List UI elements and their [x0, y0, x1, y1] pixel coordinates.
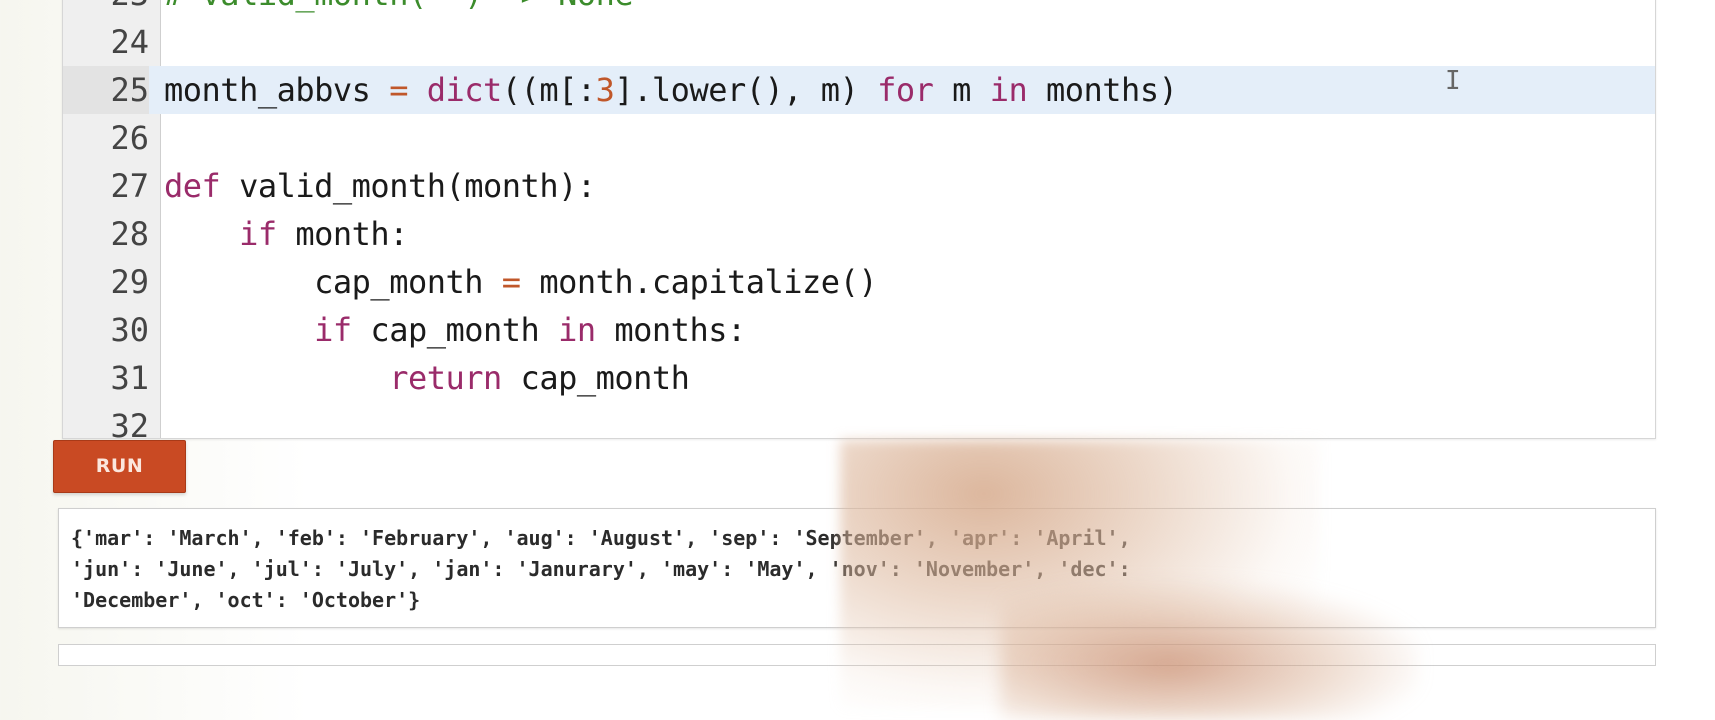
secondary-output-panel	[58, 644, 1656, 666]
line-number: 24	[110, 23, 149, 61]
code-line[interactable]: 30 if cap_month in months:	[63, 306, 1655, 354]
code-text[interactable]: # valid_month("") => None	[164, 0, 634, 18]
line-number: 30	[110, 311, 149, 349]
code-editor[interactable]: 23 # valid_month("") => None 24 25 month…	[62, 0, 1656, 439]
line-number: 29	[110, 263, 149, 301]
output-panel: {'mar': 'March', 'feb': 'February', 'aug…	[58, 508, 1656, 628]
line-number: 26	[110, 119, 149, 157]
line-number: 25	[63, 66, 149, 114]
code-text[interactable]: cap_month = month.capitalize()	[164, 258, 877, 306]
run-button[interactable]: RUN	[53, 440, 186, 493]
code-line[interactable]: 27 def valid_month(month):	[63, 162, 1655, 210]
code-line[interactable]: 32	[63, 402, 1655, 439]
code-line[interactable]: 31 return cap_month	[63, 354, 1655, 402]
code-line[interactable]: 28 if month:	[63, 210, 1655, 258]
line-number: 28	[110, 215, 149, 253]
code-text[interactable]: month_abbvs = dict((m[:3].lower(), m) fo…	[164, 66, 1178, 114]
code-line-active[interactable]: 25 month_abbvs = dict((m[:3].lower(), m)…	[63, 66, 1655, 114]
code-text[interactable]: if month:	[164, 210, 408, 258]
code-text[interactable]: if cap_month in months:	[164, 306, 746, 354]
code-line[interactable]: 26	[63, 114, 1655, 162]
code-line[interactable]: 23 # valid_month("") => None	[63, 0, 1655, 18]
line-number: 31	[110, 359, 149, 397]
code-line[interactable]: 24	[63, 18, 1655, 66]
output-text: {'mar': 'March', 'feb': 'February', 'aug…	[71, 526, 1131, 612]
line-number: 27	[110, 167, 149, 205]
line-number: 32	[110, 407, 149, 439]
line-number: 23	[63, 0, 149, 18]
code-text[interactable]: return cap_month	[164, 354, 690, 402]
text-cursor-icon: I	[1445, 66, 1461, 96]
code-text[interactable]: def valid_month(month):	[164, 162, 596, 210]
code-line[interactable]: 29 cap_month = month.capitalize()	[63, 258, 1655, 306]
